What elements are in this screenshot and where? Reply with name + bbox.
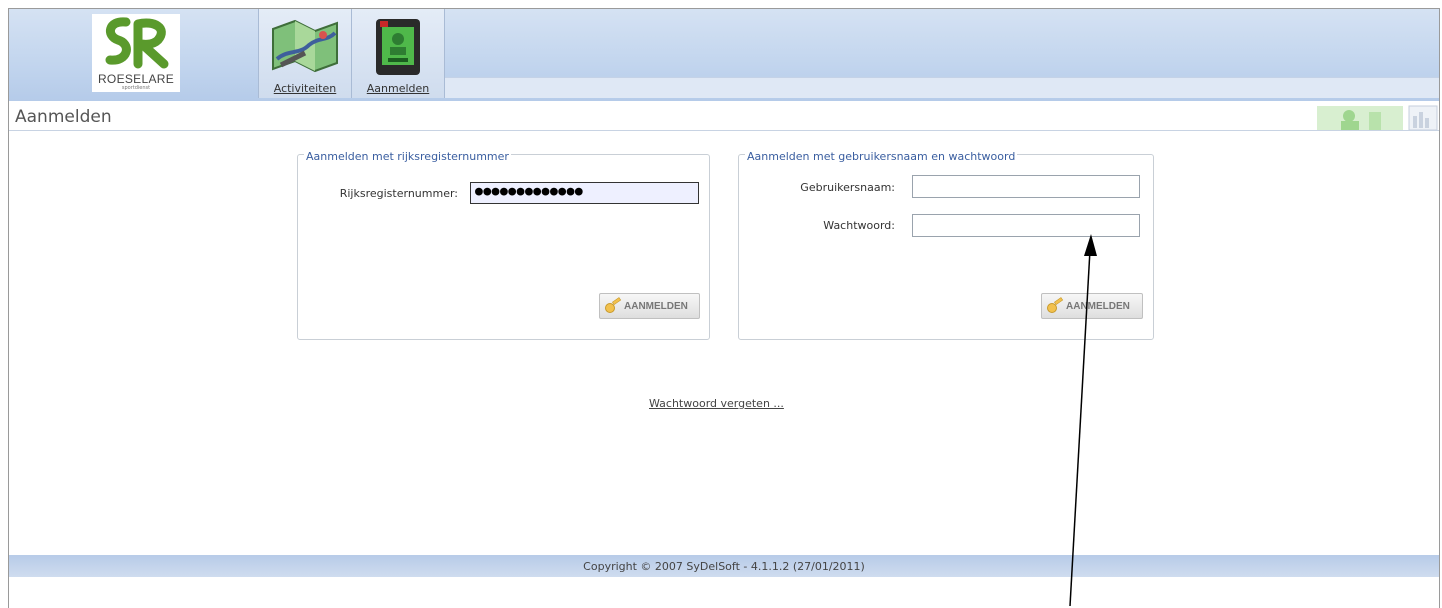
panel-user-legend: Aanmelden met gebruikersnaam en wachtwoo… bbox=[745, 150, 1018, 163]
map-icon bbox=[272, 19, 338, 73]
roeselare-logo[interactable]: ROESELARE sportdienst bbox=[92, 14, 180, 92]
panel-rrn-login: Aanmelden met rijksregisternummer Rijksr… bbox=[297, 150, 710, 340]
footer-bar: Copyright © 2007 SyDelSoft - 4.1.1.2 (27… bbox=[9, 555, 1439, 577]
rrn-login-button[interactable]: AANMELDEN bbox=[599, 293, 700, 319]
key-icon bbox=[1047, 297, 1064, 313]
panel-rrn-legend: Aanmelden met rijksregisternummer bbox=[304, 150, 511, 163]
password-input[interactable] bbox=[912, 214, 1140, 237]
tab-activiteiten[interactable]: Activiteiten bbox=[258, 9, 352, 98]
tab-aanmelden[interactable]: Aanmelden bbox=[351, 9, 445, 98]
panel-user-login: Aanmelden met gebruikersnaam en wachtwoo… bbox=[738, 150, 1154, 340]
user-login-button[interactable]: AANMELDEN bbox=[1041, 293, 1143, 319]
username-input[interactable] bbox=[912, 175, 1140, 198]
forgot-password-link[interactable]: Wachtwoord vergeten ... bbox=[649, 397, 784, 410]
logo-icon bbox=[105, 17, 169, 69]
rrn-label: Rijksregisternummer: bbox=[339, 187, 458, 200]
user-login-button-label: AANMELDEN bbox=[1066, 300, 1130, 312]
password-label: Wachtwoord: bbox=[823, 219, 895, 232]
page-title: Aanmelden bbox=[15, 107, 112, 127]
header-subbar bbox=[443, 77, 1439, 98]
id-card-icon bbox=[376, 19, 420, 75]
key-icon bbox=[605, 297, 622, 313]
logo-text: ROESELARE bbox=[97, 72, 175, 86]
logo-subtext: sportdienst bbox=[121, 85, 151, 91]
title-bar: Aanmelden bbox=[9, 104, 1439, 131]
tab-aanmelden-label[interactable]: Aanmelden bbox=[352, 82, 444, 95]
tab-activiteiten-label[interactable]: Activiteiten bbox=[259, 82, 351, 95]
rrn-input[interactable]: ●●●●●●●●●●●●● bbox=[470, 182, 699, 204]
copyright-text: Copyright © 2007 SyDelSoft - 4.1.1.2 (27… bbox=[583, 560, 865, 573]
title-decoration-icon bbox=[1317, 105, 1438, 130]
username-label: Gebruikersnaam: bbox=[800, 181, 895, 194]
rrn-login-button-label: AANMELDEN bbox=[624, 300, 688, 312]
